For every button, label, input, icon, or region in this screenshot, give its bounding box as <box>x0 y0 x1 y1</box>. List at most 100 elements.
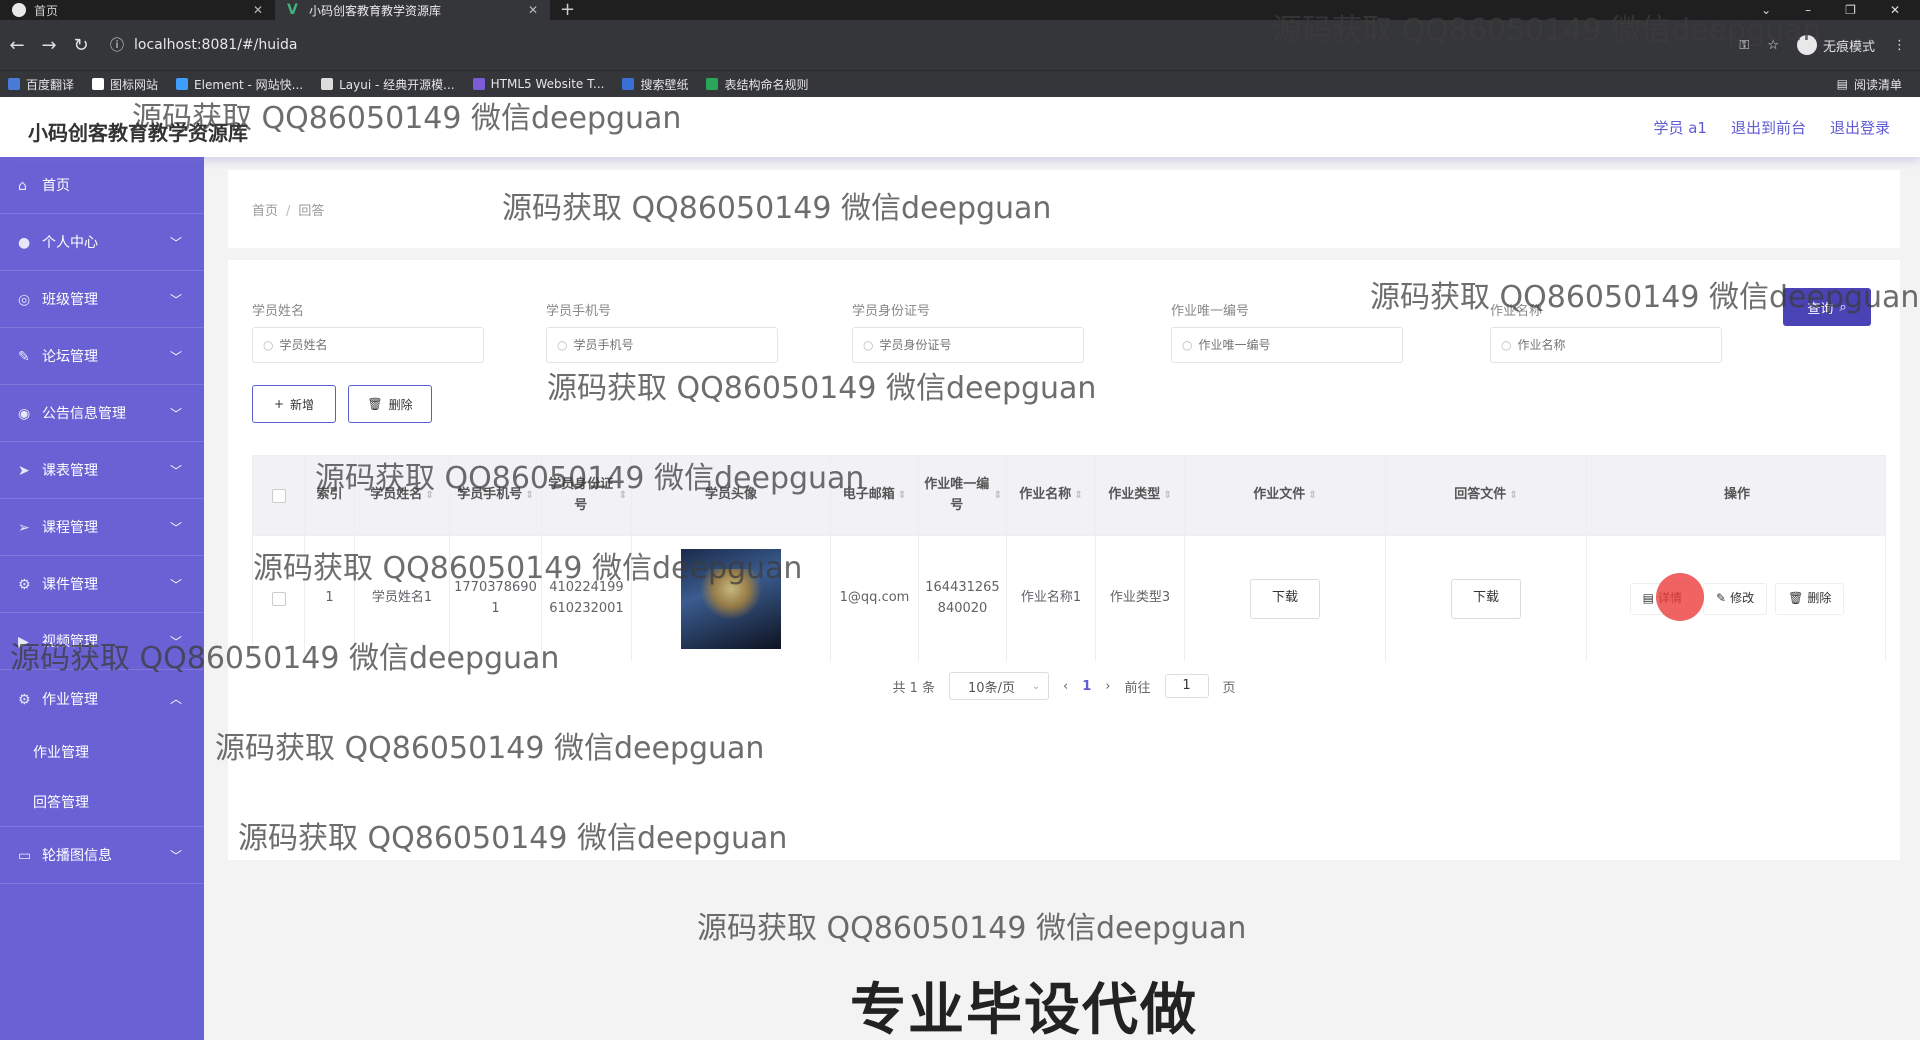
select-all-cell <box>253 456 305 535</box>
info-icon[interactable]: ⓘ <box>110 35 124 55</box>
sidebar-item-home[interactable]: ⌂ 首页 <box>0 157 204 214</box>
logout-link[interactable]: 退出登录 <box>1830 117 1890 138</box>
sort-icon: ⇕ <box>993 489 1002 501</box>
sidebar-item-profile[interactable]: ● 个人中心 ﹀ <box>0 214 204 271</box>
row-checkbox[interactable] <box>271 591 286 606</box>
back-to-front-link[interactable]: 退出到前台 <box>1731 117 1806 138</box>
search-label-phone: 学员手机号 <box>546 304 612 319</box>
edit-icon: ✎ <box>1716 590 1727 605</box>
prev-page-icon[interactable]: ‹ <box>1063 679 1068 694</box>
search-input-homework-name[interactable]: ○ <box>1490 327 1722 363</box>
forward-icon[interactable]: → <box>34 35 64 56</box>
gear-icon: ⚙ <box>18 691 31 708</box>
restore-icon[interactable]: ❐ <box>1845 3 1856 17</box>
column-header[interactable]: 学员姓名 ⇕ <box>355 456 450 535</box>
search-field-homework-name[interactable] <box>1517 338 1708 352</box>
bookmark-item[interactable]: Element - 网站快... <box>176 76 303 93</box>
browser-tab-app[interactable]: V 小码创客教育教学资源库 ✕ <box>275 0 550 20</box>
minimize-icon[interactable]: – <box>1805 3 1811 17</box>
next-page-icon[interactable]: › <box>1105 679 1110 694</box>
user-icon: ● <box>18 235 31 251</box>
star-icon[interactable]: ☆ <box>1767 38 1779 53</box>
search-field-name[interactable] <box>279 338 470 352</box>
delete-button[interactable]: 🗑 删除 <box>1775 582 1845 615</box>
bookmark-item[interactable]: Layui - 经典开源模... <box>321 76 455 93</box>
breadcrumb-home[interactable]: 首页 <box>252 204 278 219</box>
page-number-current[interactable]: 1 <box>1082 679 1091 694</box>
reading-list[interactable]: ▤ 阅读清单 <box>1837 76 1902 93</box>
column-header[interactable]: 索引 <box>305 456 355 535</box>
search-input-phone[interactable]: ○ <box>546 327 778 363</box>
column-header[interactable]: 回答文件 ⇕ <box>1386 456 1587 535</box>
goto-label: 前往 <box>1124 680 1151 696</box>
sidebar-item-courseware[interactable]: ⚙ 课件管理 ﹀ <box>0 556 204 613</box>
close-window-icon[interactable]: ✕ <box>1890 3 1900 17</box>
search-field-idcard[interactable] <box>879 338 1070 352</box>
incognito-indicator[interactable]: 无痕模式 <box>1796 35 1875 55</box>
column-header[interactable]: 作业名称 ⇕ <box>1007 456 1096 535</box>
new-tab-button[interactable]: + <box>550 0 585 20</box>
submenu-item-answer[interactable]: 回答管理 <box>0 777 204 827</box>
sidebar-item-homework[interactable]: ⚙ 作业管理 ︿ <box>0 670 204 727</box>
reload-icon[interactable]: ↻ <box>66 35 96 56</box>
column-header[interactable]: 作业类型 ⇕ <box>1096 456 1185 535</box>
column-header[interactable]: 学员身份证号 ⇕ <box>542 456 632 535</box>
bookmark-item[interactable]: 搜索壁纸 <box>622 76 688 93</box>
column-header[interactable]: 学员头像 <box>632 456 831 535</box>
submenu-item-homework[interactable]: 作业管理 <box>0 727 204 777</box>
sidebar-item-video[interactable]: ▶ 视频管理 ﹀ <box>0 613 204 670</box>
search-input-name[interactable]: ○ <box>252 327 484 363</box>
bookmark-item[interactable]: 表结构命名规则 <box>706 76 808 93</box>
goto-page-input[interactable]: 1 <box>1164 674 1209 698</box>
edit-button[interactable]: ✎ 修改 <box>1703 582 1768 615</box>
search-input-homework-no[interactable]: ○ <box>1171 327 1403 363</box>
back-icon[interactable]: ← <box>2 35 32 56</box>
chevron-down-icon: ﹀ <box>169 292 182 307</box>
table-header: 索引 学员姓名 ⇕ 学员手机号 ⇕ 学员身份证号 ⇕ 学员头像 电子邮箱 ⇕ 作业唯一编… <box>253 456 1885 536</box>
download-homework-button[interactable]: 下载 <box>1250 578 1320 619</box>
search-label-idcard: 学员身份证号 <box>852 304 931 319</box>
sidebar-item-course[interactable]: ➢ 课程管理 ﹀ <box>0 499 204 556</box>
search-field-homework-no[interactable] <box>1198 338 1389 352</box>
browser-tab-home[interactable]: 首页 ✕ <box>0 0 275 20</box>
bookmark-item[interactable]: 百度翻译 <box>8 76 74 93</box>
url-field[interactable]: ⓘ localhost:8081/#/huida <box>110 35 297 55</box>
query-button[interactable]: 查询 ⌕ <box>1783 288 1871 326</box>
column-header[interactable]: 作业文件 ⇕ <box>1185 456 1386 535</box>
bookmark-item[interactable]: HTML5 Website T... <box>472 77 604 91</box>
batch-delete-button[interactable]: 🗑 删除 <box>348 385 432 423</box>
search-icon: ○ <box>557 338 568 352</box>
download-answer-button[interactable]: 下载 <box>1451 578 1521 619</box>
close-icon[interactable]: ✕ <box>253 3 263 17</box>
data-table: 索引 学员姓名 ⇕ 学员手机号 ⇕ 学员身份证号 ⇕ 学员头像 电子邮箱 ⇕ 作业唯一编… <box>252 455 1886 661</box>
chevron-down-icon: ﹀ <box>169 463 182 478</box>
sidebar-item-schedule[interactable]: ➤ 课表管理 ﹀ <box>0 442 204 499</box>
search-field-phone[interactable] <box>573 338 764 352</box>
column-header[interactable]: 电子邮箱 ⇕ <box>831 456 919 535</box>
chevron-down-icon: ﹀ <box>169 235 182 250</box>
layui-icon <box>321 78 334 90</box>
column-header[interactable]: 学员手机号 ⇕ <box>450 456 542 535</box>
wallpaper-icon <box>622 78 635 90</box>
cell-ops: ▤详情 ✎修改 🗑删除 <box>1587 536 1887 661</box>
search-label-name: 学员姓名 <box>252 304 305 319</box>
cell-index: 1 <box>305 536 355 661</box>
more-icon[interactable]: ⋮ <box>1893 38 1906 53</box>
key-icon[interactable]: ⚿ <box>1739 38 1749 53</box>
select-all-checkbox[interactable] <box>271 488 286 503</box>
add-button[interactable]: + 新增 <box>252 385 336 423</box>
sidebar-item-carousel[interactable]: ▭ 轮播图信息 ﹀ <box>0 827 204 884</box>
forum-icon: ✎ <box>18 349 30 365</box>
sidebar-item-forum[interactable]: ✎ 论坛管理 ﹀ <box>0 328 204 385</box>
sidebar: ⌂ 首页 ● 个人中心 ﹀ ◎ 班级管理 ﹀ ✎ 论坛管理 ﹀ ◉ 公告信息管理 ﹀ ➤ 课表管理 ﹀… <box>0 157 204 1040</box>
chevron-down-icon[interactable]: ⌄ <box>1761 3 1771 17</box>
sidebar-item-notice[interactable]: ◉ 公告信息管理 ﹀ <box>0 385 204 442</box>
search-icon: ⌕ <box>1839 299 1847 315</box>
close-icon[interactable]: ✕ <box>528 3 538 17</box>
chevron-down-icon: ﹀ <box>169 848 182 863</box>
sidebar-item-class[interactable]: ◎ 班级管理 ﹀ <box>0 271 204 328</box>
column-header[interactable]: 作业唯一编号 ⇕ <box>919 456 1007 535</box>
search-input-idcard[interactable]: ○ <box>852 327 1084 363</box>
page-size-select[interactable]: 10条/页 ⌄ <box>949 672 1050 700</box>
bookmark-item[interactable]: 图标网站 <box>92 76 158 93</box>
